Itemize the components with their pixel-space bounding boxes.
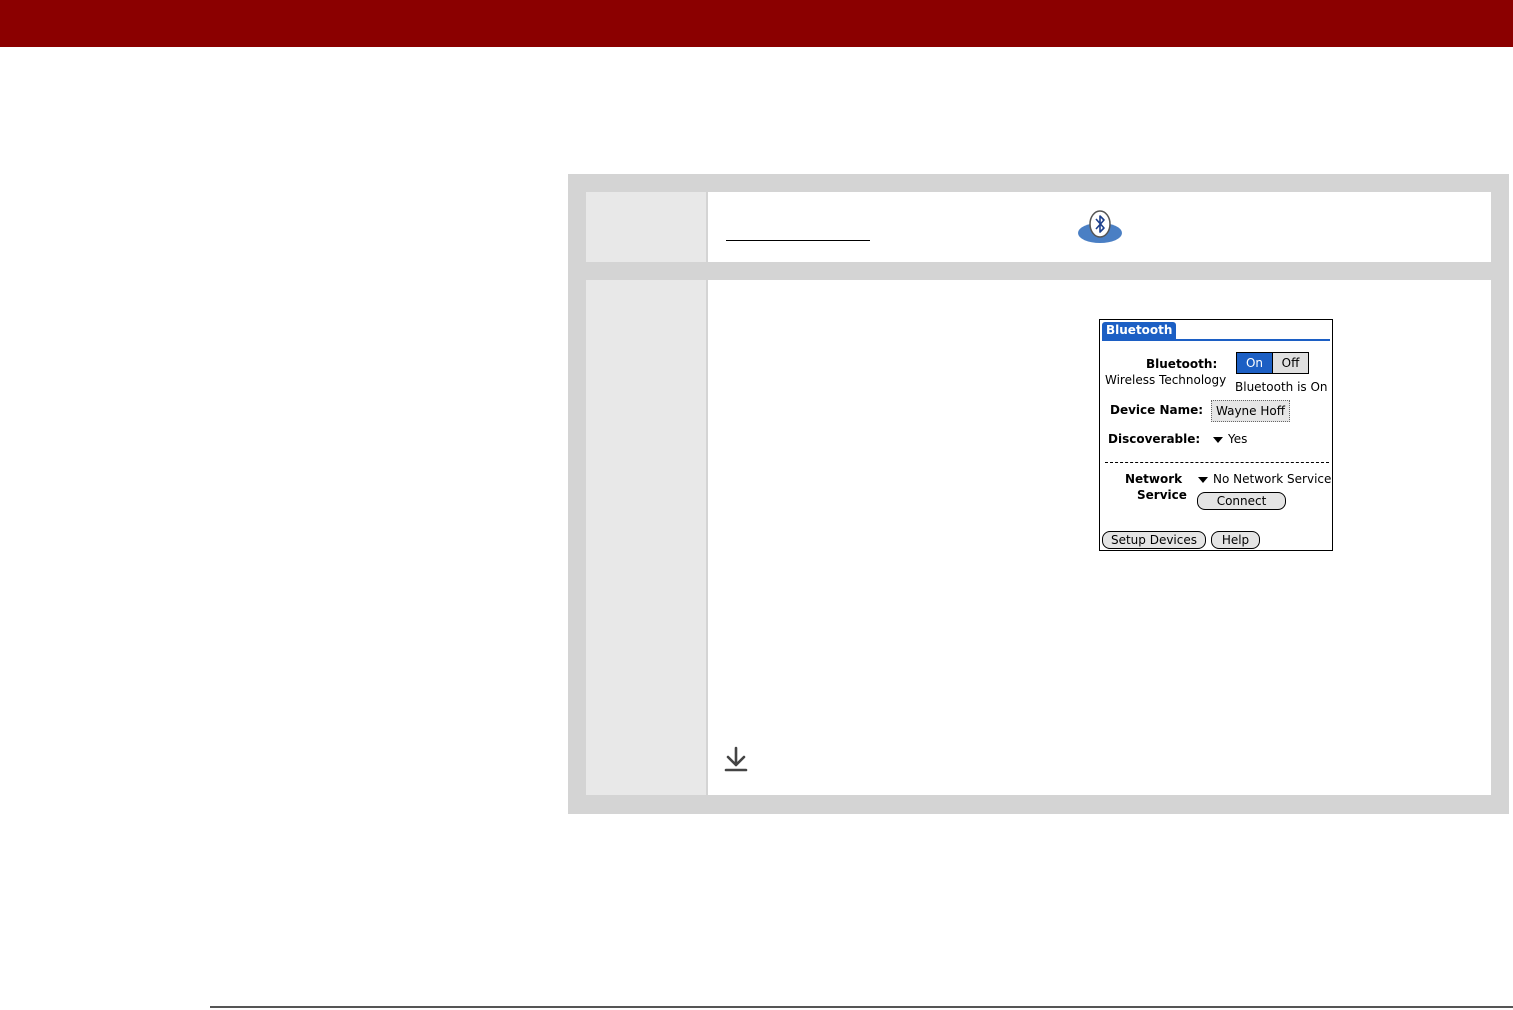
network-label: Network — [1125, 472, 1183, 486]
download-arrow-icon — [724, 746, 748, 772]
title-underline — [1102, 339, 1330, 341]
bluetooth-off-button[interactable]: Off — [1272, 352, 1309, 374]
connect-button[interactable]: Connect — [1197, 492, 1286, 510]
dropdown-triangle-icon — [1213, 436, 1223, 443]
discoverable-picker[interactable]: Yes — [1213, 432, 1247, 446]
step-1-number-cell — [586, 192, 706, 262]
discoverable-label: Discoverable: — [1108, 432, 1201, 446]
bluetooth-on-button[interactable]: On — [1236, 352, 1273, 374]
step-2-number-cell — [586, 280, 706, 795]
service-label: Service — [1137, 488, 1187, 502]
bluetooth-screen: Bluetooth Bluetooth: Wireless Technology… — [1099, 319, 1333, 551]
bluetooth-label: Bluetooth: — [1146, 357, 1218, 371]
link-underline[interactable] — [726, 240, 870, 241]
header-bar — [0, 0, 1513, 47]
wireless-technology-label: Wireless Technology — [1105, 373, 1227, 387]
network-service-picker[interactable]: No Network Service — [1198, 472, 1331, 486]
bluetooth-icon — [1078, 210, 1122, 243]
setup-devices-button[interactable]: Setup Devices — [1102, 531, 1206, 549]
network-service-value: No Network Service — [1213, 472, 1332, 486]
bluetooth-status-text: Bluetooth is On — [1235, 380, 1328, 394]
help-button[interactable]: Help — [1211, 531, 1260, 549]
device-name-label: Device Name: — [1110, 403, 1204, 417]
dropdown-triangle-icon — [1198, 476, 1208, 483]
device-name-field[interactable]: Wayne Hoff — [1211, 400, 1290, 422]
screen-title-tab: Bluetooth — [1102, 322, 1177, 339]
footer-rule — [210, 1006, 1513, 1008]
divider — [1105, 462, 1329, 463]
discoverable-value: Yes — [1228, 432, 1248, 446]
